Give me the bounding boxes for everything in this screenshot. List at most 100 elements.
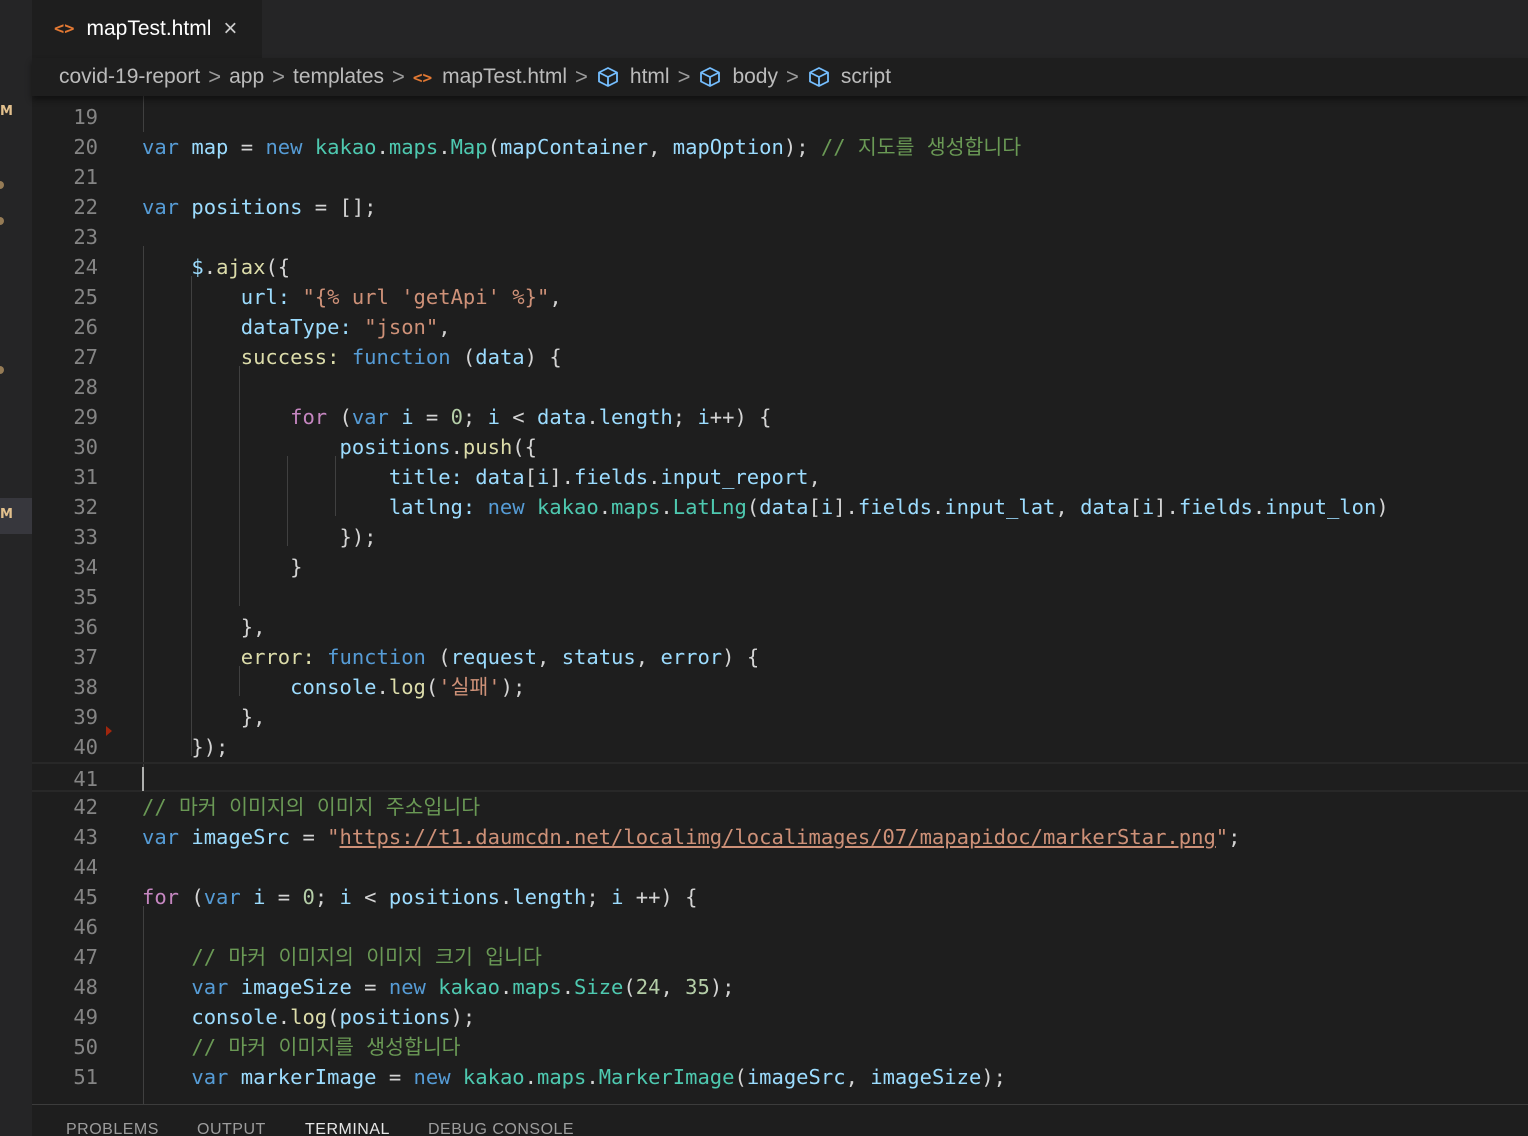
line-number: 28 <box>73 375 98 399</box>
code-token: title: <box>388 465 463 489</box>
code-line[interactable]: 29 for (var i = 0; i < data.length; i++)… <box>32 402 1528 432</box>
code-line[interactable]: 31 title: data[i].fields.input_report, <box>32 462 1528 492</box>
breadcrumb-item-script[interactable]: script <box>807 65 891 89</box>
code-token: ({ <box>512 435 537 459</box>
line-number: 34 <box>73 555 98 579</box>
code-token: Map <box>450 135 488 159</box>
close-icon[interactable]: × <box>223 15 237 43</box>
code-line[interactable]: 22 var positions = []; <box>32 192 1528 222</box>
code-line[interactable]: 20 var map = new kakao.maps.Map(mapContai… <box>32 132 1528 162</box>
code-token: i <box>339 885 352 909</box>
code-token: ( <box>179 885 204 909</box>
code-token: "{% url 'getApi' %}" <box>302 285 550 309</box>
code-line[interactable]: 44 <box>32 852 1528 882</box>
code-line[interactable]: 27 success: function (data) { <box>32 342 1528 372</box>
code-token: . <box>277 1005 291 1029</box>
code-text: }, <box>142 702 266 732</box>
tab-debug-console[interactable]: DEBUG CONSOLE <box>428 1121 574 1136</box>
breadcrumb-item-body[interactable]: body <box>698 65 778 89</box>
code-line[interactable]: 41 <box>32 762 1528 792</box>
code-token: , <box>549 285 562 309</box>
code-editor[interactable]: 19 20 var map = new kakao.maps.Map(mapCont… <box>32 96 1528 1104</box>
code-line[interactable]: 49 console.log(positions); <box>32 1002 1528 1032</box>
code-token: url: <box>240 285 291 309</box>
code-line[interactable]: 47 // 마커 이미지의 이미지 크기 입니다 <box>32 942 1528 972</box>
code-line[interactable]: 42 // 마커 이미지의 이미지 주소입니다 <box>32 792 1528 822</box>
line-number: 48 <box>73 975 98 999</box>
code-token: 35 <box>685 975 710 999</box>
breadcrumb-file-label: mapTest.html <box>442 65 568 88</box>
code-token: . <box>586 1065 599 1089</box>
code-token: ]. <box>549 465 574 489</box>
code-token: , <box>845 1065 871 1089</box>
code-token: var <box>142 195 180 219</box>
code-token: " <box>1215 825 1229 849</box>
code-token: fields <box>574 465 649 489</box>
code-text: } <box>142 552 302 582</box>
code-token: , <box>648 135 673 159</box>
code-line[interactable]: 24 $.ajax({ <box>32 252 1528 282</box>
code-line[interactable]: 26 dataType: "json", <box>32 312 1528 342</box>
line-number: 27 <box>73 345 98 369</box>
tab-bar: <> mapTest.html × <box>32 0 1528 58</box>
code-token: markerImage <box>240 1065 377 1089</box>
code-line[interactable]: 28 <box>32 372 1528 402</box>
code-token: map <box>191 135 229 159</box>
code-line[interactable]: 35 <box>32 582 1528 612</box>
code-line[interactable]: 38 console.log('실패'); <box>32 672 1528 702</box>
breadcrumb-item-app[interactable]: app <box>229 65 264 89</box>
tab-problems[interactable]: PROBLEMS <box>66 1121 159 1136</box>
code-line[interactable]: 32 latlng: new kakao.maps.LatLng(data[i]… <box>32 492 1528 522</box>
code-line[interactable]: 36 }, <box>32 612 1528 642</box>
code-token: [ <box>808 495 821 519</box>
breadcrumb-item-covid-19-report[interactable]: covid-19-report <box>59 65 200 89</box>
line-number: 32 <box>73 495 98 519</box>
code-line[interactable]: 21 <box>32 162 1528 192</box>
code-token: // 마커 이미지의 이미지 주소입니다 <box>142 795 481 819</box>
code-token: "json" <box>364 315 439 339</box>
code-token: // 지도를 생성합니다 <box>820 135 1022 159</box>
code-line[interactable]: 40 }); <box>32 732 1528 762</box>
code-line[interactable]: 51 var markerImage = new kakao.maps.Mark… <box>32 1062 1528 1092</box>
tab-label: mapTest.html <box>86 17 212 40</box>
code-line[interactable]: 25 url: "{% url 'getApi' %}", <box>32 282 1528 312</box>
code-token: i <box>536 465 550 489</box>
code-line[interactable]: 46 <box>32 912 1528 942</box>
cube-symbol-icon <box>698 66 722 88</box>
line-number: 24 <box>73 255 98 279</box>
code-line[interactable]: 39 }, <box>32 702 1528 732</box>
code-token: LatLng <box>672 495 747 519</box>
code-token: , <box>808 465 821 489</box>
breadcrumb-item-file[interactable]: <> mapTest.html <box>413 65 567 89</box>
tab-maptest-html[interactable]: <> mapTest.html × <box>32 0 262 58</box>
code-line[interactable]: 48 var imageSize = new kakao.maps.Size(2… <box>32 972 1528 1002</box>
breadcrumb-item-html[interactable]: html <box>596 65 670 89</box>
breadcrumb-item-templates[interactable]: templates <box>293 65 384 89</box>
code-token: ]. <box>1154 495 1179 519</box>
code-line[interactable]: 43 var imageSrc = "https://t1.daumcdn.net… <box>32 822 1528 852</box>
code-token: } <box>142 555 303 579</box>
code-line[interactable]: 34 } <box>32 552 1528 582</box>
tab-output[interactable]: OUTPUT <box>197 1121 266 1136</box>
code-line[interactable]: 23 <box>32 222 1528 252</box>
tab-terminal[interactable]: TERMINAL <box>305 1121 390 1136</box>
code-line[interactable]: 37 error: function (request, status, err… <box>32 642 1528 672</box>
code-line[interactable]: 30 positions.push({ <box>32 432 1528 462</box>
code-line[interactable]: 33 }); <box>32 522 1528 552</box>
code-token: latlng: <box>388 495 476 519</box>
code-token: var <box>203 885 241 909</box>
code-line[interactable]: 45 for (var i = 0; i < positions.length; … <box>32 882 1528 912</box>
code-line[interactable]: 19 <box>32 102 1528 132</box>
code-line[interactable]: 50 // 마커 이미지를 생성합니다 <box>32 1032 1528 1062</box>
code-text: }, <box>142 612 266 642</box>
